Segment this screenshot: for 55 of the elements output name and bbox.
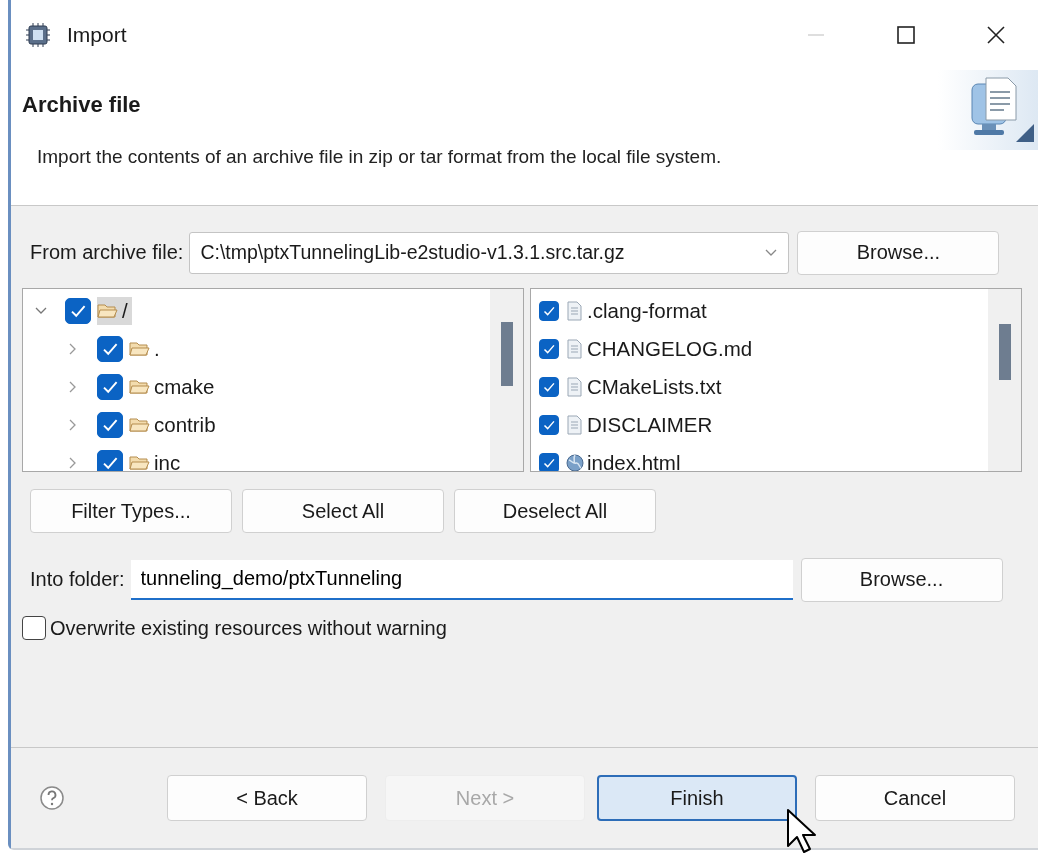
tree-item[interactable]: contrib xyxy=(129,411,220,439)
file-item[interactable]: CMakeLists.txt xyxy=(565,375,722,399)
checkbox[interactable] xyxy=(539,453,559,471)
archive-combo-box[interactable]: C:\tmp\ptxTunnelingLib-e2studio-v1.3.1.src.tar.gz xyxy=(189,231,790,274)
checkbox[interactable] xyxy=(97,374,123,400)
caret-icon xyxy=(764,247,779,258)
maximize-icon xyxy=(895,24,917,46)
checkbox[interactable] xyxy=(539,415,559,435)
checkbox[interactable] xyxy=(65,298,91,324)
globe-icon xyxy=(565,453,585,471)
chip-icon xyxy=(25,22,51,48)
checkbox[interactable] xyxy=(97,336,123,362)
file-item[interactable]: index.html xyxy=(565,451,681,471)
tree-item[interactable]: cmake xyxy=(129,373,219,401)
page-description: Import the contents of an archive file in zip or tar format from the local file system. xyxy=(36,146,723,168)
folder-icon xyxy=(129,377,151,397)
close-icon xyxy=(985,24,1007,46)
tree-item[interactable]: / xyxy=(97,297,132,325)
window-title: Import xyxy=(67,23,127,47)
browse-button[interactable]: Browse... xyxy=(800,557,1003,602)
browse-button[interactable]: Browse... xyxy=(797,230,1000,275)
file-icon xyxy=(565,339,585,359)
file-item[interactable]: .clang-format xyxy=(565,299,707,323)
page-title: Archive file xyxy=(22,92,142,118)
file-item[interactable]: CHANGELOG.md xyxy=(565,337,753,361)
file-icon xyxy=(565,415,585,435)
checkbox[interactable] xyxy=(539,377,559,397)
folder-icon xyxy=(129,339,151,359)
file-item[interactable]: DISCLAIMER xyxy=(565,413,713,437)
checkbox[interactable] xyxy=(539,339,559,359)
cancel-button[interactable]: Cancel xyxy=(815,775,1015,821)
checkbox[interactable] xyxy=(539,301,559,321)
checkbox[interactable] xyxy=(97,412,123,438)
tree-item[interactable]: inc xyxy=(129,449,185,471)
folder-icon xyxy=(97,301,119,321)
back-button[interactable]: < Back xyxy=(167,775,367,821)
minimize-icon xyxy=(808,34,824,36)
finish-button[interactable]: Finish xyxy=(597,775,797,821)
field-label: From archive file: xyxy=(29,241,184,264)
checkbox[interactable] xyxy=(97,450,123,471)
scrollbar-thumb[interactable] xyxy=(501,322,513,386)
help-icon xyxy=(39,785,65,811)
deselect-all-button[interactable]: Deselect All xyxy=(454,489,656,533)
file-icon xyxy=(565,377,585,397)
checkbox[interactable] xyxy=(22,616,46,640)
checkbox-label: Overwrite existing resources without warning xyxy=(50,616,447,640)
select-all-button[interactable]: Select All xyxy=(242,489,444,533)
filter-types-button[interactable]: Filter Types... xyxy=(30,489,232,533)
scrollbar-thumb[interactable] xyxy=(999,324,1011,380)
file-icon xyxy=(565,301,585,321)
tree-item[interactable]: . xyxy=(129,335,164,363)
field-label: Into folder: xyxy=(29,568,125,591)
folder-field[interactable]: tunneling_demo/ptxTunneling xyxy=(130,559,793,600)
folder-icon xyxy=(129,453,151,471)
folder-icon xyxy=(129,415,151,435)
